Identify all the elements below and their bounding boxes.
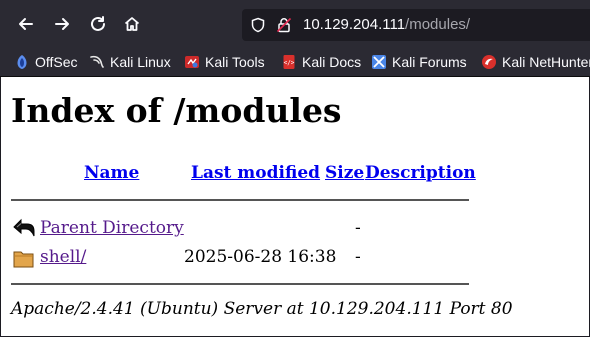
bookmark-kali-linux[interactable]: Kali Linux (89, 52, 171, 72)
bookmark-label: OffSec (35, 54, 78, 70)
kali-tools-icon (185, 56, 199, 68)
arrow-right-icon (55, 18, 69, 30)
url-bar[interactable]: 10.129.204.111/modules/ (242, 9, 590, 41)
footer-divider (11, 283, 469, 285)
bookmark-label: Kali NetHunter (502, 54, 590, 70)
row-size: - (355, 247, 361, 267)
column-header-size[interactable]: Size (325, 163, 364, 183)
home-button[interactable] (118, 10, 146, 38)
shell-directory-link[interactable]: shell/ (40, 247, 86, 267)
bookmark-label: Kali Tools (205, 54, 265, 70)
url-text[interactable]: 10.129.204.111/modules/ (303, 16, 470, 33)
header-divider (11, 199, 469, 201)
page-content: Index of /modules Name Last modified Siz… (1, 77, 589, 336)
bookmark-kali-tools[interactable]: Kali Tools (184, 52, 265, 72)
offsec-icon (17, 55, 27, 69)
row-last-modified: 2025-06-28 16:38 (184, 247, 337, 267)
home-icon (124, 17, 140, 31)
browser-toolbar: 10.129.204.111/modules/ (0, 0, 590, 48)
parent-directory-link[interactable]: Parent Directory (40, 218, 184, 238)
folder-icon (13, 251, 34, 268)
url-host: 10.129.204.111 (303, 16, 406, 33)
column-header-name[interactable]: Name (84, 163, 139, 183)
back-arrow-icon (13, 218, 35, 237)
bookmark-kali-forums[interactable]: Kali Forums (371, 52, 467, 72)
row-size: - (355, 218, 361, 238)
reload-icon (91, 16, 105, 31)
column-header-last-modified[interactable]: Last modified (191, 163, 320, 183)
kali-docs-icon: </> (283, 55, 295, 69)
shield-icon[interactable] (250, 17, 266, 33)
svg-text:</>: </> (284, 60, 295, 67)
bookmark-label: Kali Linux (110, 54, 171, 70)
page-title: Index of /modules (11, 91, 342, 130)
insecure-lock-icon[interactable] (276, 17, 292, 33)
server-signature: Apache/2.4.41 (Ubuntu) Server at 10.129.… (11, 299, 513, 319)
url-path: /modules/ (405, 16, 471, 33)
bookmark-label: Kali Forums (392, 54, 467, 70)
bookmark-label: Kali Docs (302, 54, 362, 70)
back-button[interactable] (12, 10, 40, 38)
bookmark-kali-nethunter[interactable]: Kali NetHunter (481, 52, 590, 72)
bookmarks-bar: OffSec Kali Linux Kali Tools </> Kali Do… (0, 48, 590, 77)
arrow-left-icon (19, 18, 33, 30)
bookmark-offsec[interactable]: OffSec (14, 52, 78, 72)
reload-button[interactable] (84, 10, 112, 38)
bookmark-kali-docs[interactable]: </> Kali Docs (281, 52, 361, 72)
kali-nethunter-icon (482, 55, 496, 69)
column-header-description[interactable]: Description (365, 163, 476, 183)
forward-button[interactable] (48, 10, 76, 38)
kali-dragon-icon (90, 55, 104, 68)
kali-forums-icon (372, 55, 386, 69)
